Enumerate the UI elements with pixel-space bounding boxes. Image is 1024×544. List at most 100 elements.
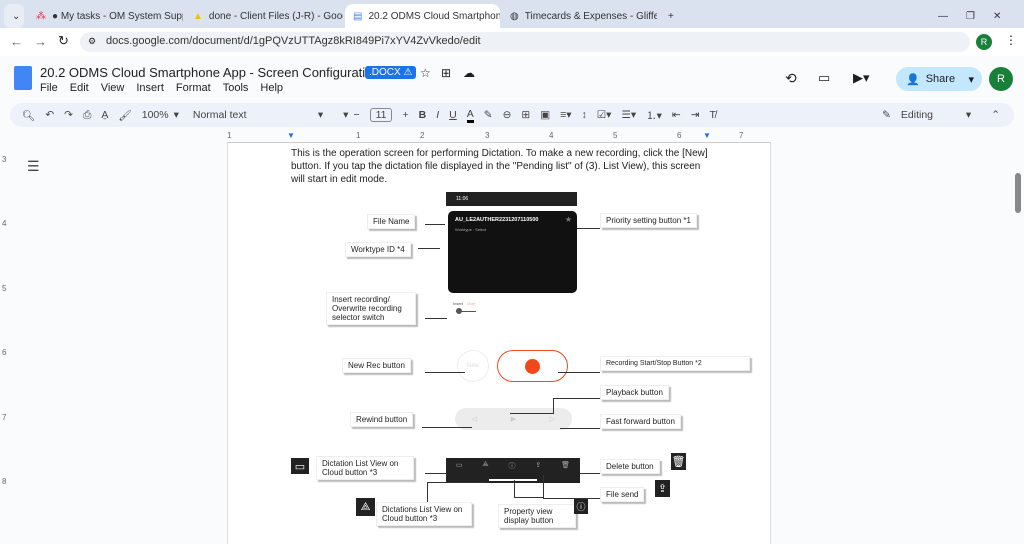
docx-badge[interactable]: .DOCX ⚠ bbox=[365, 66, 417, 79]
bullet-list-icon[interactable]: ☰▾ bbox=[621, 109, 636, 121]
font-size-input[interactable]: 11 bbox=[369, 108, 393, 122]
editing-mode-select[interactable]: Editing bbox=[901, 109, 961, 121]
underline-icon[interactable]: U bbox=[449, 109, 457, 121]
account-avatar[interactable]: R bbox=[989, 67, 1013, 91]
chevron-down-icon[interactable]: ▾ bbox=[968, 73, 982, 86]
browser-tab[interactable]: ⁂● My tasks - OM System Suppo✕ bbox=[28, 4, 183, 28]
undo-icon[interactable]: ↶ bbox=[45, 109, 54, 121]
back-icon[interactable]: ← bbox=[10, 34, 23, 49]
record-dot-icon bbox=[525, 358, 540, 374]
decrease-indent-icon[interactable]: ⇤ bbox=[672, 109, 681, 121]
print-icon[interactable]: ⎙ bbox=[83, 109, 91, 122]
chevron-down-icon[interactable]: ▾ bbox=[318, 109, 323, 121]
scrollbar[interactable] bbox=[1012, 143, 1024, 544]
ruler-tick: 5 bbox=[613, 131, 618, 140]
menu-bar: File Edit View Insert Format Tools Help bbox=[40, 82, 283, 94]
profile-avatar[interactable]: R bbox=[976, 34, 992, 50]
label-delete: Delete button bbox=[600, 459, 660, 474]
indent-marker-icon[interactable]: ▼ bbox=[287, 131, 295, 140]
ruler-tick: 3 bbox=[485, 131, 490, 140]
menu-help[interactable]: Help bbox=[260, 82, 283, 94]
link-icon[interactable]: ⊖ bbox=[503, 109, 512, 121]
label-file-send: File send bbox=[600, 487, 645, 502]
label-property-view: Property view display button bbox=[498, 504, 576, 528]
menu-format[interactable]: Format bbox=[176, 82, 211, 94]
browser-tab[interactable]: ▲done - Client Files (J-R) - Googl✕ bbox=[185, 4, 343, 28]
browser-tab[interactable]: ◍Timecards & Expenses - Gliffen✕ bbox=[502, 4, 657, 28]
redo-icon[interactable]: ↷ bbox=[64, 109, 73, 121]
forward-icon[interactable]: → bbox=[34, 34, 47, 49]
paint-format-icon[interactable]: 🖌︎ bbox=[118, 109, 131, 122]
phone-status-bar: 11:06 bbox=[446, 192, 577, 206]
clear-formatting-icon[interactable]: T̸ bbox=[710, 109, 716, 121]
label-dictation-list: Dictation List View on Cloud button *3 bbox=[316, 456, 414, 480]
label-priority: Priority setting button *1 bbox=[600, 213, 697, 228]
phone-record-button bbox=[497, 350, 568, 382]
star-icon[interactable]: ☆ bbox=[420, 66, 431, 80]
image-icon[interactable]: ▣ bbox=[540, 109, 550, 121]
restore-icon[interactable]: ❐ bbox=[966, 11, 975, 22]
chevron-down-icon[interactable]: ▾ bbox=[174, 109, 179, 121]
menu-file[interactable]: File bbox=[40, 82, 58, 94]
url-input[interactable]: docs.google.com/document/d/1gPQVzUTTAgz8… bbox=[80, 32, 970, 52]
highlight-icon[interactable]: ✎ bbox=[484, 109, 493, 121]
close-window-icon[interactable]: ✕ bbox=[993, 11, 1001, 22]
comments-icon[interactable]: ▭ bbox=[818, 70, 830, 86]
priority-star-icon: ★ bbox=[564, 215, 572, 224]
share-button[interactable]: 👤 Share ▾ bbox=[896, 67, 982, 91]
comment-icon[interactable]: ⊞ bbox=[521, 109, 530, 121]
site-info-icon[interactable]: ⚙ bbox=[88, 36, 96, 47]
ruler-tick: 7 bbox=[2, 413, 7, 422]
chevron-down-icon[interactable]: ▾ bbox=[343, 109, 348, 121]
ruler-tick: 4 bbox=[549, 131, 554, 140]
collapse-toolbar-icon[interactable]: ⌃ bbox=[991, 109, 1000, 121]
window-controls[interactable]: — ❐ ✕ bbox=[930, 4, 1009, 28]
menu-view[interactable]: View bbox=[101, 82, 125, 94]
docs-logo-icon[interactable] bbox=[14, 66, 32, 90]
align-icon[interactable]: ≡▾ bbox=[560, 109, 571, 121]
horizontal-ruler[interactable]: 1 ▼ 1 2 3 4 5 6 ▼ 7 bbox=[227, 131, 771, 143]
home-indicator bbox=[489, 479, 537, 481]
phone-worktype: Worktype : Select bbox=[455, 227, 487, 232]
browser-tab-active[interactable]: ▤20.2 ODMS Cloud Smartphone✕ bbox=[345, 4, 500, 28]
label-playback: Playback button bbox=[600, 385, 669, 400]
numbered-list-icon[interactable]: ⒈▾ bbox=[646, 108, 662, 123]
label-file-name: File Name bbox=[367, 214, 416, 229]
move-folder-icon[interactable]: ⊞ bbox=[441, 66, 451, 80]
ruler-tick: 6 bbox=[2, 348, 7, 357]
new-tab-button[interactable]: + bbox=[660, 4, 682, 28]
spellcheck-icon[interactable]: A̱ bbox=[101, 109, 108, 121]
increase-font-icon[interactable]: + bbox=[402, 109, 408, 121]
chevron-down-icon[interactable]: ▾ bbox=[966, 109, 971, 121]
history-icon[interactable]: ⟲ bbox=[785, 70, 797, 87]
menu-insert[interactable]: Insert bbox=[136, 82, 164, 94]
menu-edit[interactable]: Edit bbox=[70, 82, 89, 94]
outline-icon[interactable]: ☰ bbox=[27, 158, 40, 175]
italic-icon[interactable]: I bbox=[436, 109, 439, 121]
scrollbar-thumb[interactable] bbox=[1015, 173, 1021, 213]
search-icon[interactable]: 🔍︎ bbox=[22, 109, 35, 122]
doc-title[interactable]: 20.2 ODMS Cloud Smartphone App - Screen … bbox=[40, 65, 380, 80]
body-paragraph: This is the operation screen for perform… bbox=[291, 148, 708, 185]
zoom-select[interactable]: 100% bbox=[142, 109, 169, 121]
cloud-status-icon[interactable]: ☁ bbox=[463, 66, 475, 80]
vertical-ruler: 3 4 5 6 7 8 bbox=[0, 143, 10, 544]
line-spacing-icon[interactable]: ↕ bbox=[582, 109, 587, 121]
reload-icon[interactable]: ↻ bbox=[58, 33, 69, 49]
minimize-icon[interactable]: — bbox=[938, 11, 948, 22]
more-menu-icon[interactable]: ⋮ bbox=[1005, 33, 1017, 47]
tab-search-button[interactable]: ⌄ bbox=[4, 4, 24, 28]
increase-indent-icon[interactable]: ⇥ bbox=[691, 109, 700, 121]
ruler-tick: 2 bbox=[420, 131, 425, 140]
menu-tools[interactable]: Tools bbox=[223, 82, 249, 94]
label-insert-switch: Insert recording/ Overwrite recording se… bbox=[326, 292, 416, 325]
label-rewind: Rewind button bbox=[350, 412, 414, 427]
phone-playback-controls: ◁ ▶ ▷ bbox=[455, 408, 572, 430]
bold-icon[interactable]: B bbox=[419, 109, 427, 121]
meet-icon[interactable]: ▶▾ bbox=[853, 70, 870, 86]
text-color-icon[interactable]: A bbox=[466, 108, 474, 123]
decrease-font-icon[interactable]: − bbox=[353, 109, 359, 121]
style-select[interactable]: Normal text bbox=[193, 109, 313, 121]
checklist-icon[interactable]: ☑▾ bbox=[597, 109, 612, 121]
right-indent-marker-icon[interactable]: ▼ bbox=[703, 131, 711, 140]
